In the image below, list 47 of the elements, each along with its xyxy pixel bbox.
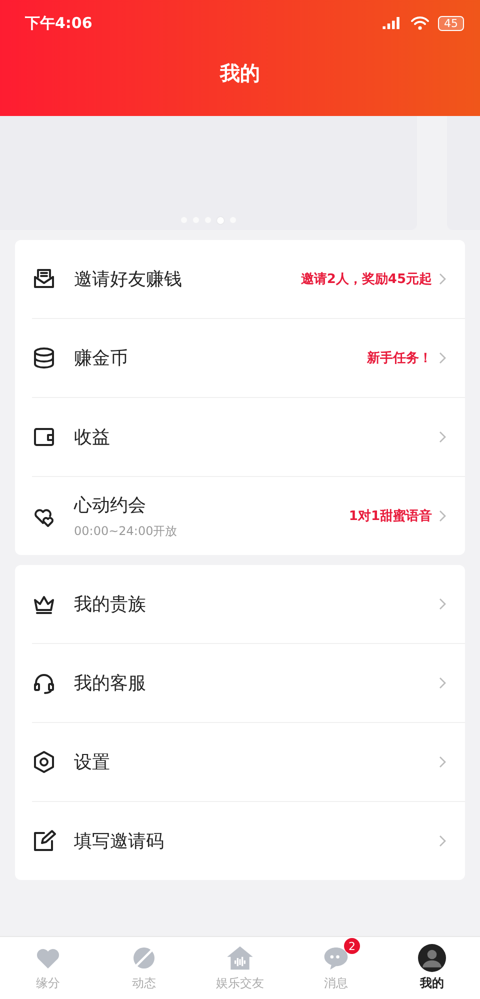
menu-label: 心动约会: [74, 494, 147, 516]
menu-label: 赚金币: [74, 347, 129, 370]
menu-label: 填写邀请码: [74, 830, 165, 853]
menu-item[interactable]: 心动约会 00:00~24:00开放 1对1甜蜜语音: [32, 477, 465, 555]
chevron-icon: [438, 431, 447, 443]
envelope-icon: [32, 267, 56, 291]
menu-item[interactable]: 赚金币 新手任务！: [32, 319, 465, 398]
chevron-icon: [438, 273, 447, 285]
page-title: 我的: [218, 60, 261, 87]
chevron-icon: [438, 598, 447, 610]
menu-item[interactable]: 我的贵族: [32, 565, 465, 644]
menu-label: 邀请好友赚钱: [74, 268, 183, 291]
wifi-icon: [410, 16, 430, 30]
menu-label: 收益: [74, 426, 111, 449]
page-dot[interactable]: [217, 217, 224, 224]
unread-badge: 2: [344, 938, 360, 954]
menu-label: 我的贵族: [74, 593, 147, 616]
menu-item[interactable]: 我的客服: [32, 644, 465, 723]
promo-text: 1对1甜蜜语音: [348, 508, 432, 525]
menu-label: 设置: [74, 751, 111, 774]
chevron-icon: [438, 835, 447, 847]
chevron-icon: [438, 352, 447, 364]
menu-subtitle: 00:00~24:00开放: [74, 522, 178, 540]
menu-item[interactable]: 邀请好友赚钱 邀请2人，奖励45元起: [32, 240, 465, 319]
chevron-icon: [438, 756, 447, 768]
coin-stack-icon: [32, 346, 56, 370]
wallet-icon: [32, 425, 56, 449]
battery-level: 45: [438, 16, 464, 30]
tab-item[interactable]: 我的: [384, 937, 480, 999]
headset-icon: [32, 671, 56, 695]
menu-label: 我的客服: [74, 672, 147, 695]
promo-text: 新手任务！: [367, 350, 432, 367]
avatar-icon: [418, 944, 446, 972]
chevron-icon: [438, 510, 447, 522]
house-icon: [226, 944, 254, 972]
banner-slide[interactable]: [447, 116, 480, 230]
chevron-icon: [438, 677, 447, 689]
edit-icon: [32, 829, 56, 853]
signal-icon: [382, 16, 402, 30]
settings-icon: [32, 750, 56, 774]
status-time: 下午4:06: [25, 14, 92, 32]
menu-item[interactable]: 收益: [32, 398, 465, 477]
banner-slide[interactable]: [0, 116, 417, 230]
menu-item[interactable]: 填写邀请码: [32, 802, 465, 880]
menu-item[interactable]: 设置: [32, 723, 465, 802]
promo-text: 邀请2人，奖励45元起: [300, 271, 432, 288]
tab-item[interactable]: 2 消息: [288, 937, 384, 999]
